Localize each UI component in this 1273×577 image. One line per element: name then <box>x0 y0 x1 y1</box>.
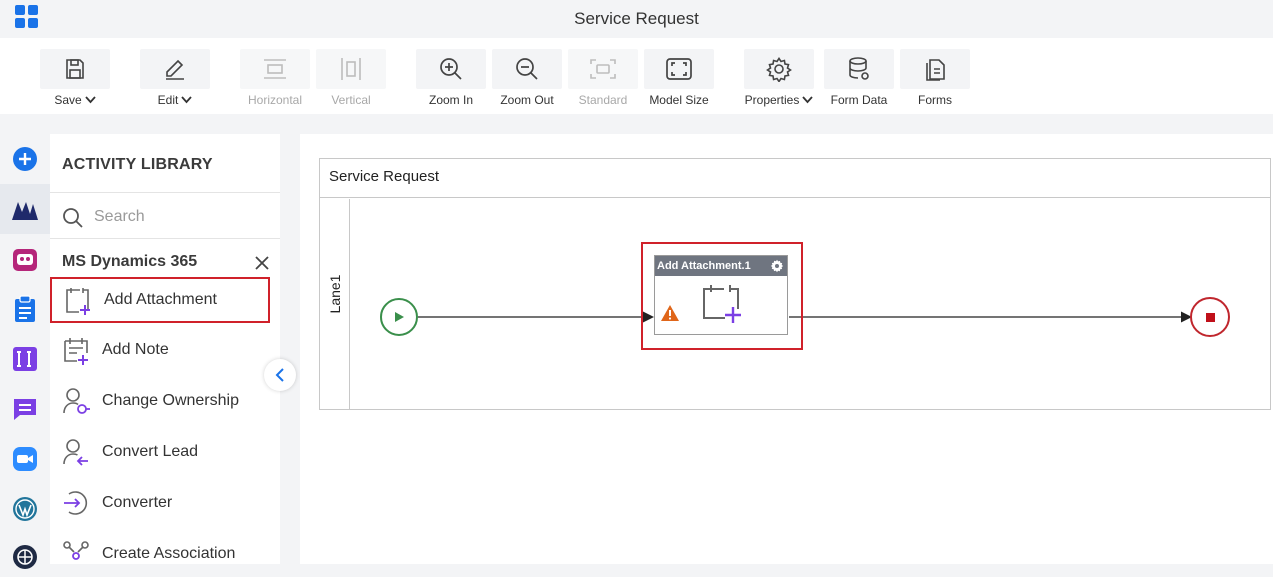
warning-icon <box>660 304 680 327</box>
list-item-change-ownership[interactable]: Change Ownership <box>50 378 270 424</box>
convert-lead-icon <box>50 437 102 467</box>
zoom-in-icon <box>416 49 486 89</box>
change-ownership-icon <box>50 386 102 416</box>
properties-button[interactable]: Properties <box>744 49 814 107</box>
app-rail <box>0 134 50 569</box>
forms-icon <box>900 49 970 89</box>
form-data-button[interactable]: Form Data <box>824 49 894 107</box>
collapse-panel-button[interactable] <box>264 359 296 391</box>
standard-label: Standard <box>578 93 628 107</box>
gear-icon <box>744 49 814 89</box>
horizontal-align-icon <box>240 49 310 89</box>
search-icon <box>62 207 84 234</box>
zoom-in-label: Zoom In <box>428 93 473 107</box>
activity-add-attachment[interactable]: Add Attachment.1 <box>654 255 788 335</box>
add-icon[interactable] <box>10 144 40 174</box>
forms-button[interactable]: Forms <box>900 49 970 107</box>
add-attachment-icon <box>701 283 745 328</box>
standard-button[interactable]: Standard <box>568 49 638 107</box>
divider <box>50 192 280 193</box>
wordpress-icon[interactable] <box>10 494 40 524</box>
save-button[interactable]: Save <box>40 49 110 107</box>
bot-icon[interactable] <box>10 244 40 274</box>
save-icon <box>40 49 110 89</box>
activity-header: Add Attachment.1 <box>655 256 787 276</box>
vertical-button[interactable]: Vertical <box>316 49 386 107</box>
chevron-left-icon <box>275 368 284 382</box>
create-association-icon <box>50 539 102 569</box>
start-event[interactable] <box>380 298 418 336</box>
category-title: MS Dynamics 365 <box>62 253 198 270</box>
zoom-in-button[interactable]: Zoom In <box>416 49 486 107</box>
zoom-out-button[interactable]: Zoom Out <box>492 49 562 107</box>
activity-title: Add Attachment.1 <box>657 260 751 272</box>
converter-icon <box>50 488 102 518</box>
list-item-converter[interactable]: Converter <box>50 480 270 526</box>
chat-icon[interactable] <box>10 394 40 424</box>
title-bar: Service Request <box>0 0 1273 38</box>
text-icon[interactable] <box>10 344 40 374</box>
pool[interactable]: Service Request Lane1 Add Attachment.1 <box>319 158 1271 410</box>
stop-icon <box>1205 312 1215 322</box>
end-event[interactable] <box>1190 297 1230 337</box>
chevron-down-icon <box>802 96 814 104</box>
chevron-down-icon <box>85 96 96 104</box>
search-input[interactable] <box>94 206 264 228</box>
add-attachment-icon <box>52 285 104 315</box>
list-item-convert-lead[interactable]: Convert Lead <box>50 429 270 475</box>
form-data-label: Form Data <box>830 93 888 107</box>
activity-library: ACTIVITY LIBRARY MS Dynamics 365 Add Att… <box>50 134 280 564</box>
page-title: Service Request <box>574 9 699 28</box>
list-item-label: Add Attachment <box>104 291 217 308</box>
clipboard-icon[interactable] <box>10 294 40 324</box>
properties-label: Properties <box>744 93 800 107</box>
library-title: ACTIVITY LIBRARY <box>62 156 213 173</box>
save-label: Save <box>54 93 82 107</box>
edit-label: Edit <box>157 93 179 107</box>
model-size-button[interactable]: Model Size <box>644 49 714 107</box>
forms-label: Forms <box>918 93 952 107</box>
database-icon <box>824 49 894 89</box>
zoom-out-icon <box>492 49 562 89</box>
list-item-create-association[interactable]: Create Association <box>50 531 270 577</box>
list-item-add-note[interactable]: Add Note <box>50 327 270 373</box>
video-icon[interactable] <box>10 444 40 474</box>
add-note-icon <box>50 335 102 365</box>
fit-to-screen-icon <box>644 49 714 89</box>
edit-button[interactable]: Edit <box>140 49 210 107</box>
list-item-label: Create Association <box>102 545 236 562</box>
divider <box>50 238 280 239</box>
gear-icon[interactable] <box>770 259 784 273</box>
list-item-add-attachment[interactable]: Add Attachment <box>50 277 270 323</box>
list-item-label: Convert Lead <box>102 443 199 460</box>
model-size-label: Model Size <box>649 93 709 107</box>
horizontal-button[interactable]: Horizontal <box>240 49 310 107</box>
vertical-label: Vertical <box>331 93 371 107</box>
play-icon <box>395 312 404 322</box>
globe-icon[interactable] <box>10 542 40 572</box>
process-canvas[interactable]: Service Request Lane1 Add Attachment.1 <box>300 134 1273 564</box>
chevron-down-icon <box>181 96 193 104</box>
pencil-icon <box>140 49 210 89</box>
vertical-align-icon <box>316 49 386 89</box>
ms-dynamics-icon[interactable] <box>10 195 40 225</box>
toolbar: Save Edit Horizontal Vertical Zoom In Zo… <box>0 38 1273 114</box>
standard-size-icon <box>568 49 638 89</box>
list-item-label: Change Ownership <box>102 392 239 409</box>
list-item-label: Converter <box>102 494 173 511</box>
horizontal-label: Horizontal <box>247 93 303 107</box>
close-icon[interactable] <box>253 254 271 277</box>
list-item-label: Add Note <box>102 341 169 358</box>
zoom-out-label: Zoom Out <box>500 93 554 107</box>
